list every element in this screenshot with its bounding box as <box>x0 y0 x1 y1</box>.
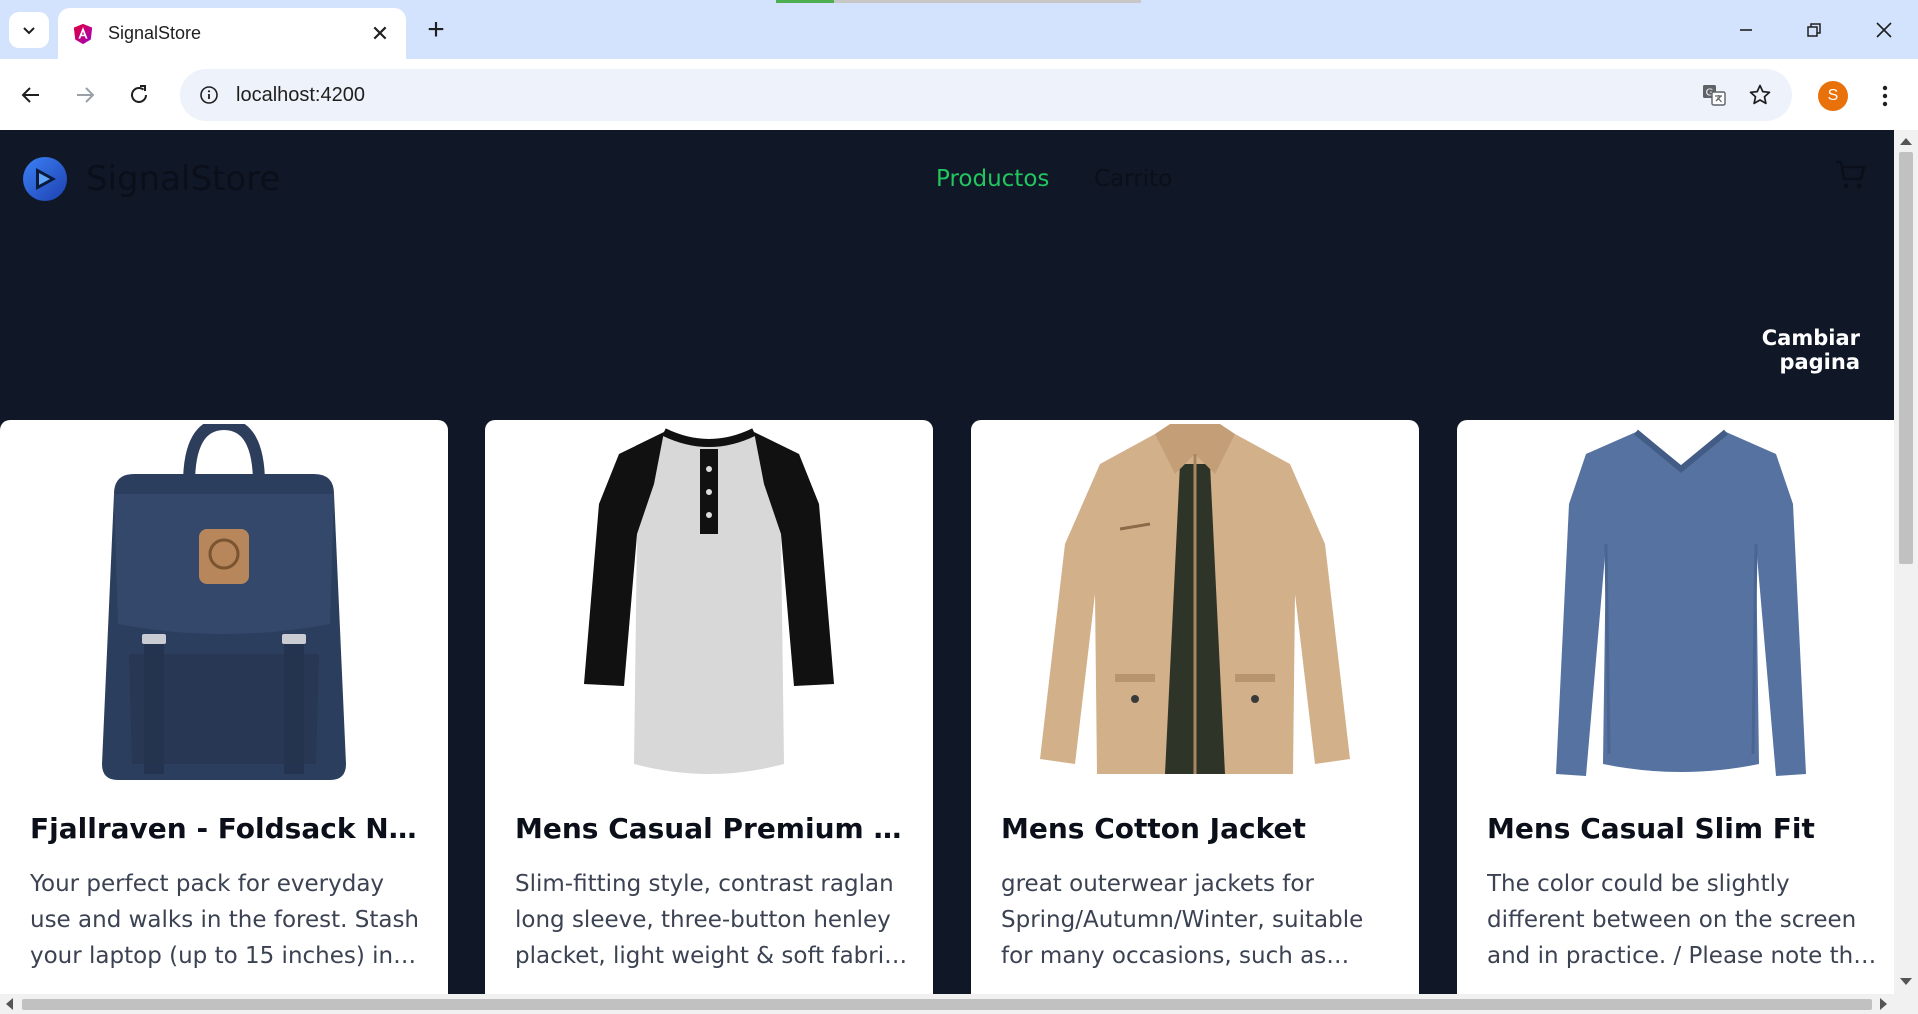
tab-search-button[interactable] <box>9 12 49 48</box>
product-image-cotton-jacket[interactable] <box>971 420 1419 790</box>
change-page-button[interactable]: Cambiar pagina <box>1680 326 1860 374</box>
horizontal-scrollbar[interactable] <box>0 994 1918 1014</box>
new-tab-button[interactable]: + <box>418 12 454 48</box>
product-title[interactable]: Fjallraven - Foldsack No. 1 Backpack, Fi… <box>30 812 430 845</box>
horizontal-scroll-thumb[interactable] <box>22 999 1872 1010</box>
tab-close-icon[interactable]: ✕ <box>368 21 392 46</box>
back-arrow-icon[interactable] <box>12 76 50 114</box>
page-viewport: SignalStore Productos Carrito Cambiar pa… <box>0 130 1894 994</box>
site-info-icon[interactable] <box>194 80 224 110</box>
close-window-icon[interactable] <box>1864 10 1904 50</box>
nav-link-carrito[interactable]: Carrito <box>1094 166 1172 192</box>
site-header: SignalStore Productos Carrito <box>0 130 1894 230</box>
tab-title: SignalStore <box>108 23 202 43</box>
product-image-backpack[interactable] <box>0 420 448 790</box>
product-card[interactable]: Mens Casual Slim Fit The color could be … <box>1457 420 1894 994</box>
nav-link-productos[interactable]: Productos <box>936 166 1049 192</box>
brand-name: SignalStore <box>86 159 281 199</box>
address-bar[interactable]: localhost:4200 G <box>180 69 1792 121</box>
translate-icon[interactable]: G <box>1696 77 1732 113</box>
address-url[interactable]: localhost:4200 <box>236 84 1686 107</box>
product-description: The color could be slightly different be… <box>1487 871 1877 969</box>
browser-menu-icon[interactable] <box>1870 77 1900 115</box>
scroll-down-arrow-icon[interactable] <box>1900 978 1912 985</box>
page-load-progress-fill <box>776 0 835 3</box>
angular-favicon-icon <box>73 23 93 44</box>
product-card[interactable]: Mens Cotton Jacket great outerwear jacke… <box>971 420 1419 994</box>
product-title[interactable]: Mens Cotton Jacket <box>1001 812 1401 845</box>
product-description: Your perfect pack for everyday use and w… <box>30 871 420 969</box>
product-card[interactable]: Fjallraven - Foldsack No. 1 Backpack, Fi… <box>0 420 448 994</box>
product-description: great outerwear jackets for Spring/Autum… <box>1001 871 1364 969</box>
product-image-slim-fit-shirt[interactable] <box>1457 420 1894 790</box>
scroll-up-arrow-icon[interactable] <box>1900 138 1912 145</box>
product-description: Slim-fitting style, contrast raglan long… <box>515 871 897 969</box>
bookmark-star-icon[interactable] <box>1742 77 1778 113</box>
product-title[interactable]: Mens Casual Slim Fit <box>1487 812 1887 845</box>
scroll-left-arrow-icon[interactable] <box>6 998 13 1010</box>
restore-icon[interactable] <box>1794 10 1834 50</box>
product-image-henley-shirt[interactable] <box>485 420 933 790</box>
product-title[interactable]: Mens Casual Premium Slim Fit T-Shirts <box>515 812 915 845</box>
browser-tab-strip: SignalStore ✕ + <box>0 0 1918 59</box>
browser-toolbar: localhost:4200 G S <box>0 59 1918 130</box>
product-card[interactable]: Mens Casual Premium Slim Fit T-Shirts Sl… <box>485 420 933 994</box>
chevron-down-icon <box>23 27 35 35</box>
forward-arrow-icon[interactable] <box>66 76 104 114</box>
signalstore-logo-icon <box>23 157 67 201</box>
profile-avatar[interactable]: S <box>1818 81 1848 111</box>
reload-icon[interactable] <box>120 76 158 114</box>
scroll-right-arrow-icon[interactable] <box>1880 998 1887 1010</box>
vertical-scroll-thumb[interactable] <box>1899 152 1913 564</box>
minimize-icon[interactable] <box>1726 10 1766 50</box>
vertical-scrollbar[interactable] <box>1894 130 1918 994</box>
brand[interactable]: SignalStore <box>22 156 280 202</box>
browser-tab[interactable]: SignalStore ✕ <box>58 8 406 59</box>
shopping-cart-icon[interactable] <box>1834 158 1868 192</box>
page-load-progress <box>776 0 1141 3</box>
